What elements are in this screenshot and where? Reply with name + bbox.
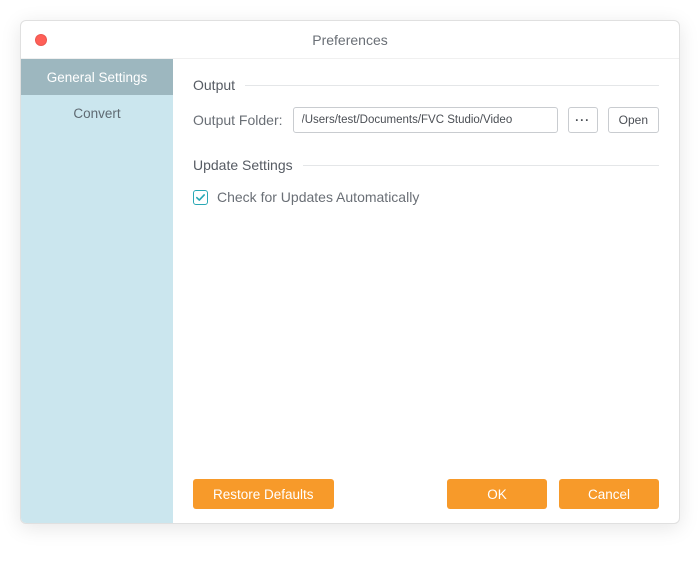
output-folder-label: Output Folder:: [193, 112, 283, 128]
sidebar-item-label: Convert: [73, 106, 120, 121]
open-button[interactable]: Open: [608, 107, 659, 133]
check-icon: [195, 192, 206, 203]
footer: Restore Defaults OK Cancel: [193, 471, 659, 509]
section-header-output: Output: [193, 77, 659, 93]
section-header-updates: Update Settings: [193, 157, 659, 173]
section-title: Output: [193, 77, 235, 93]
restore-defaults-button[interactable]: Restore Defaults: [193, 479, 334, 509]
preferences-window: Preferences General Settings Convert Out…: [20, 20, 680, 524]
window-title: Preferences: [21, 32, 679, 48]
window-body: General Settings Convert Output Output F…: [21, 59, 679, 523]
ok-button[interactable]: OK: [447, 479, 547, 509]
sidebar: General Settings Convert: [21, 59, 173, 523]
cancel-button[interactable]: Cancel: [559, 479, 659, 509]
auto-update-checkbox[interactable]: [193, 190, 208, 205]
titlebar: Preferences: [21, 21, 679, 59]
sidebar-item-general-settings[interactable]: General Settings: [21, 59, 173, 95]
section-title: Update Settings: [193, 157, 293, 173]
content-pane: Output Output Folder: ··· Open Update Se…: [173, 59, 679, 523]
browse-button[interactable]: ···: [568, 107, 598, 133]
sidebar-item-convert[interactable]: Convert: [21, 95, 173, 131]
sidebar-item-label: General Settings: [47, 70, 148, 85]
content-spacer: [193, 205, 659, 471]
divider: [245, 85, 659, 86]
divider: [303, 165, 659, 166]
close-icon[interactable]: [35, 34, 47, 46]
auto-update-label: Check for Updates Automatically: [217, 189, 419, 205]
auto-update-row: Check for Updates Automatically: [193, 189, 659, 205]
output-folder-input[interactable]: [293, 107, 558, 133]
output-folder-row: Output Folder: ··· Open: [193, 107, 659, 133]
